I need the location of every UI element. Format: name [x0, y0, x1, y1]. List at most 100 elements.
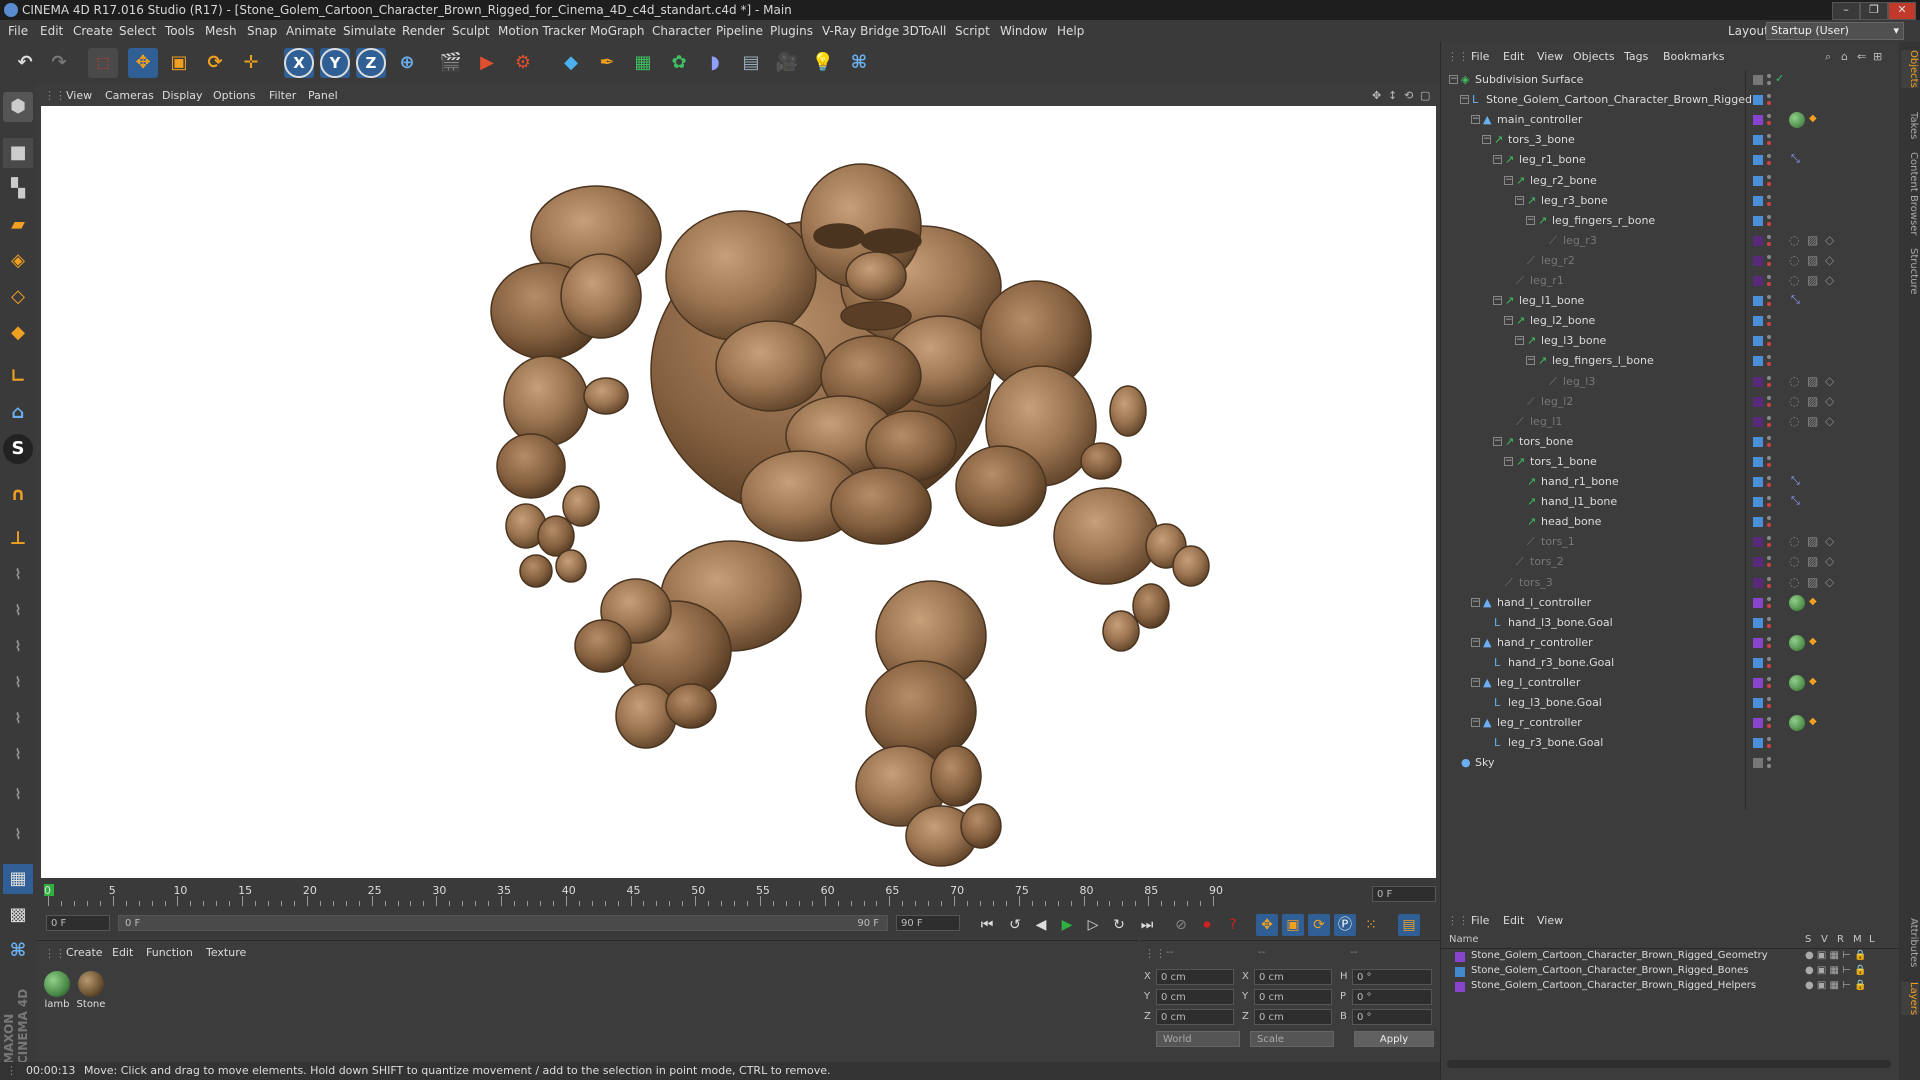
pose-tag-icon[interactable]: ◇ — [1825, 554, 1834, 568]
editor-visibility-dot[interactable] — [1767, 496, 1771, 501]
texture-mode-button[interactable]: ▚ — [3, 174, 33, 204]
maximize-button[interactable]: ❐ — [1860, 2, 1888, 20]
recent-tool-button[interactable]: ✛ — [236, 48, 266, 78]
lock-grid-button[interactable]: ▦ — [3, 864, 33, 894]
autokey-button[interactable]: ⏺ — [1196, 914, 1218, 936]
viewport-menu-panel[interactable]: Panel — [308, 89, 338, 102]
go-to-start-button[interactable]: ⏮ — [976, 914, 998, 936]
menu-tools[interactable]: Tools — [165, 24, 195, 38]
layer-color-swatch[interactable] — [1753, 276, 1763, 286]
render-visibility-dot[interactable] — [1767, 241, 1771, 246]
viewport-menu-options[interactable]: Options — [213, 89, 255, 102]
layer-row-geometry[interactable]: Stone_Golem_Cartoon_Character_Brown_Rigg… — [1441, 950, 1899, 964]
object-row[interactable]: − L Stone_Golem_Cartoon_Character_Brown_Ri… — [1441, 90, 1901, 110]
render-visibility-dot[interactable] — [1767, 181, 1771, 186]
editor-visibility-dot[interactable] — [1767, 435, 1771, 440]
expand-toggle[interactable]: − — [1493, 155, 1502, 165]
editor-visibility-dot[interactable] — [1767, 315, 1771, 320]
keyframe-selection-button[interactable]: ? — [1222, 914, 1244, 936]
next-frame-button[interactable]: ▷ — [1082, 914, 1104, 936]
render-visibility-dot[interactable] — [1767, 684, 1771, 688]
expand-toggle[interactable]: − — [1460, 95, 1469, 105]
editor-visibility-dot[interactable] — [1767, 677, 1771, 681]
render-visibility-dot[interactable] — [1767, 663, 1771, 668]
sculpt-tool-6[interactable]: ⌇ — [3, 740, 33, 770]
editor-visibility-dot[interactable] — [1767, 636, 1771, 641]
object-row[interactable]: − ↗ leg_l2_bone — [1441, 311, 1901, 331]
editor-visibility-dot[interactable] — [1767, 134, 1771, 139]
layer-color-swatch[interactable] — [1753, 115, 1763, 126]
material-tag-icon[interactable] — [1789, 112, 1805, 129]
tab-structure[interactable]: Structure — [1901, 248, 1919, 295]
layer-color-swatch[interactable] — [1753, 356, 1763, 367]
viewport-menu-display[interactable]: Display — [162, 89, 203, 102]
layer-color-swatch[interactable] — [1753, 597, 1763, 608]
render-visibility-dot[interactable] — [1767, 764, 1771, 769]
undo-button[interactable]: ↶ — [10, 48, 40, 78]
new-window-icon[interactable]: ⊞ — [1873, 50, 1882, 63]
menu-vray-bridge[interactable]: V-Ray Bridge — [822, 24, 899, 38]
layer-color-swatch[interactable] — [1753, 316, 1763, 327]
timeline-ruler[interactable]: 0 5 10 15 20 25 30 35 40 45 50 55 60 65 70 75 80 85 90 0 F — [36, 878, 1440, 908]
expand-toggle[interactable]: − — [1515, 195, 1524, 205]
layer-color-swatch[interactable] — [1753, 517, 1763, 528]
object-row[interactable]: Lleg_r3_bone.Goal — [1441, 733, 1901, 753]
tweak-mode-button[interactable]: ⌂ — [3, 398, 33, 428]
workplane-mode-button[interactable]: ▰ — [3, 210, 33, 240]
expand-toggle[interactable]: − — [1471, 718, 1480, 728]
make-editable-button[interactable]: ⬢ — [3, 92, 33, 122]
weight-tag-icon[interactable]: ◌ — [1789, 534, 1799, 548]
editor-visibility-dot[interactable] — [1767, 576, 1771, 581]
viewport-menu-view[interactable]: View — [66, 89, 92, 102]
layer-color-swatch[interactable] — [1753, 617, 1763, 628]
editor-visibility-dot[interactable] — [1767, 697, 1771, 702]
editor-visibility-dot[interactable] — [1767, 154, 1771, 159]
skin-tag-icon[interactable]: ▨ — [1807, 253, 1818, 267]
object-row[interactable]: ● Sky — [1441, 753, 1901, 773]
weight-tag-icon[interactable]: ◌ — [1789, 575, 1799, 589]
render-visibility-dot[interactable] — [1767, 382, 1771, 387]
object-row[interactable]: − ↗ leg_r2_bone — [1441, 171, 1901, 191]
layer-color-swatch[interactable] — [1753, 657, 1763, 668]
material-menu-texture[interactable]: Texture — [206, 946, 246, 959]
editor-visibility-dot[interactable] — [1767, 295, 1771, 300]
object-row[interactable]: − ↗ leg_l3_bone — [1441, 331, 1901, 351]
layer-color-swatch[interactable] — [1753, 436, 1763, 447]
expand-toggle[interactable]: − — [1471, 678, 1480, 687]
tab-takes[interactable]: Takes — [1901, 112, 1919, 139]
expand-toggle[interactable]: − — [1471, 115, 1480, 125]
sculpt-tool-4[interactable]: ⌇ — [3, 668, 33, 698]
object-row[interactable]: ⟋ leg_l2 ◌ ▨ ◇ — [1441, 392, 1901, 412]
render-visibility-dot[interactable] — [1767, 744, 1771, 749]
object-row[interactable]: − ▲ leg_r_controller ◆ — [1441, 713, 1901, 733]
layer-color-swatch[interactable] — [1753, 175, 1763, 186]
editor-visibility-dot[interactable] — [1767, 375, 1771, 380]
expand-toggle[interactable]: − — [1504, 456, 1513, 466]
rotate-tool-button[interactable]: ⟳ — [200, 48, 230, 78]
layer-color-swatch[interactable] — [1753, 336, 1763, 347]
material-tag-icon[interactable] — [1789, 675, 1805, 691]
cube-primitive-button[interactable]: ◆ — [556, 48, 586, 78]
skin-tag-icon[interactable]: ▨ — [1807, 575, 1818, 589]
timeline-window-button[interactable]: ▤ — [1398, 914, 1420, 936]
object-menu-file[interactable]: File — [1471, 50, 1489, 63]
editor-visibility-dot[interactable] — [1767, 335, 1771, 340]
menu-3dtoall[interactable]: 3DToAll — [902, 24, 946, 38]
size-y-field[interactable]: 0 cm — [1254, 989, 1332, 1005]
pose-tag-icon[interactable]: ◇ — [1825, 233, 1834, 247]
render-visibility-dot[interactable] — [1767, 543, 1771, 548]
layer-row-bones[interactable]: Stone_Golem_Cartoon_Character_Brown_Rigg… — [1441, 965, 1899, 979]
pose-tag-icon[interactable]: ◇ — [1825, 253, 1834, 267]
enabled-check-icon[interactable]: ✓ — [1775, 72, 1784, 85]
layer-color-swatch[interactable] — [1753, 155, 1763, 166]
editor-visibility-dot[interactable] — [1767, 737, 1771, 742]
layer-color-swatch[interactable] — [1753, 678, 1763, 688]
layer-color-swatch[interactable] — [1753, 296, 1763, 307]
tab-layers[interactable]: Layers — [1901, 982, 1919, 1016]
sculpt-tool-2[interactable]: ⌇ — [3, 596, 33, 626]
layer-color-swatch[interactable] — [1753, 738, 1763, 749]
solo-button[interactable]: S — [3, 434, 33, 464]
menu-script[interactable]: Script — [955, 24, 990, 38]
record-scale-button[interactable]: ▣ — [1282, 914, 1304, 936]
render-visibility-dot[interactable] — [1767, 81, 1771, 85]
